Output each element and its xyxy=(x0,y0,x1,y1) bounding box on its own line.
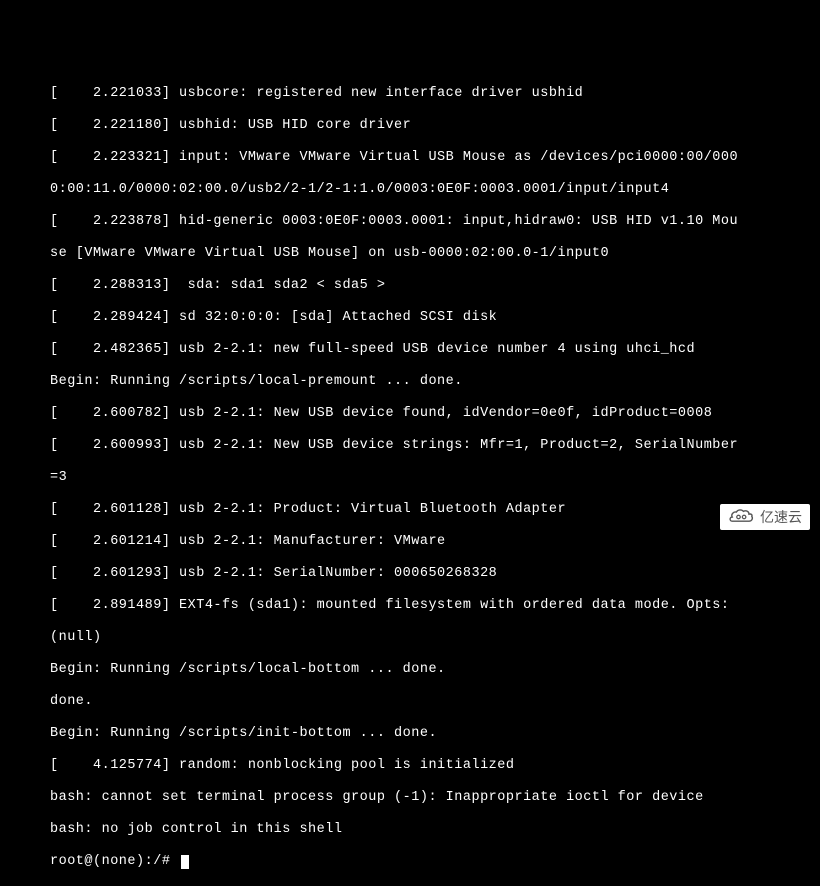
log-line: [ 4.125774] random: nonblocking pool is … xyxy=(50,758,820,774)
log-line: se [VMware VMware Virtual USB Mouse] on … xyxy=(50,246,820,262)
log-line: [ 2.600993] usb 2-2.1: New USB device st… xyxy=(50,438,820,454)
watermark-text: 亿速云 xyxy=(760,509,802,525)
log-line: (null) xyxy=(50,630,820,646)
log-line: [ 2.289424] sd 32:0:0:0: [sda] Attached … xyxy=(50,310,820,326)
log-line: bash: no job control in this shell xyxy=(50,822,820,838)
log-line: Begin: Running /scripts/init-bottom ... … xyxy=(50,726,820,742)
log-line: bash: cannot set terminal process group … xyxy=(50,790,820,806)
log-line: Begin: Running /scripts/local-premount .… xyxy=(50,374,820,390)
log-line: [ 2.601128] usb 2-2.1: Product: Virtual … xyxy=(50,502,820,518)
log-line: [ 2.600782] usb 2-2.1: New USB device fo… xyxy=(50,406,820,422)
log-line: [ 2.223878] hid-generic 0003:0E0F:0003.0… xyxy=(50,214,820,230)
log-line: 0:00:11.0/0000:02:00.0/usb2/2-1/2-1:1.0/… xyxy=(50,182,820,198)
log-line: done. xyxy=(50,694,820,710)
watermark: 亿速云 xyxy=(720,504,810,530)
terminal-output: [ 2.221033] usbcore: registered new inte… xyxy=(0,0,820,886)
log-line: Begin: Running /scripts/local-bottom ...… xyxy=(50,662,820,678)
log-line: [ 2.221033] usbcore: registered new inte… xyxy=(50,86,820,102)
log-line: [ 2.601214] usb 2-2.1: Manufacturer: VMw… xyxy=(50,534,820,550)
shell-prompt-line[interactable]: root@(none):/# xyxy=(50,854,820,870)
log-line: =3 xyxy=(50,470,820,486)
log-line: [ 2.891489] EXT4-fs (sda1): mounted file… xyxy=(50,598,820,614)
shell-prompt: root@(none):/# xyxy=(50,854,179,870)
log-line: [ 2.223321] input: VMware VMware Virtual… xyxy=(50,150,820,166)
log-line: [ 2.288313] sda: sda1 sda2 < sda5 > xyxy=(50,278,820,294)
log-line: [ 2.482365] usb 2-2.1: new full-speed US… xyxy=(50,342,820,358)
log-line: [ 2.221180] usbhid: USB HID core driver xyxy=(50,118,820,134)
cloud-logo-icon xyxy=(728,508,756,526)
log-line: [ 2.601293] usb 2-2.1: SerialNumber: 000… xyxy=(50,566,820,582)
cursor-icon xyxy=(181,855,189,869)
